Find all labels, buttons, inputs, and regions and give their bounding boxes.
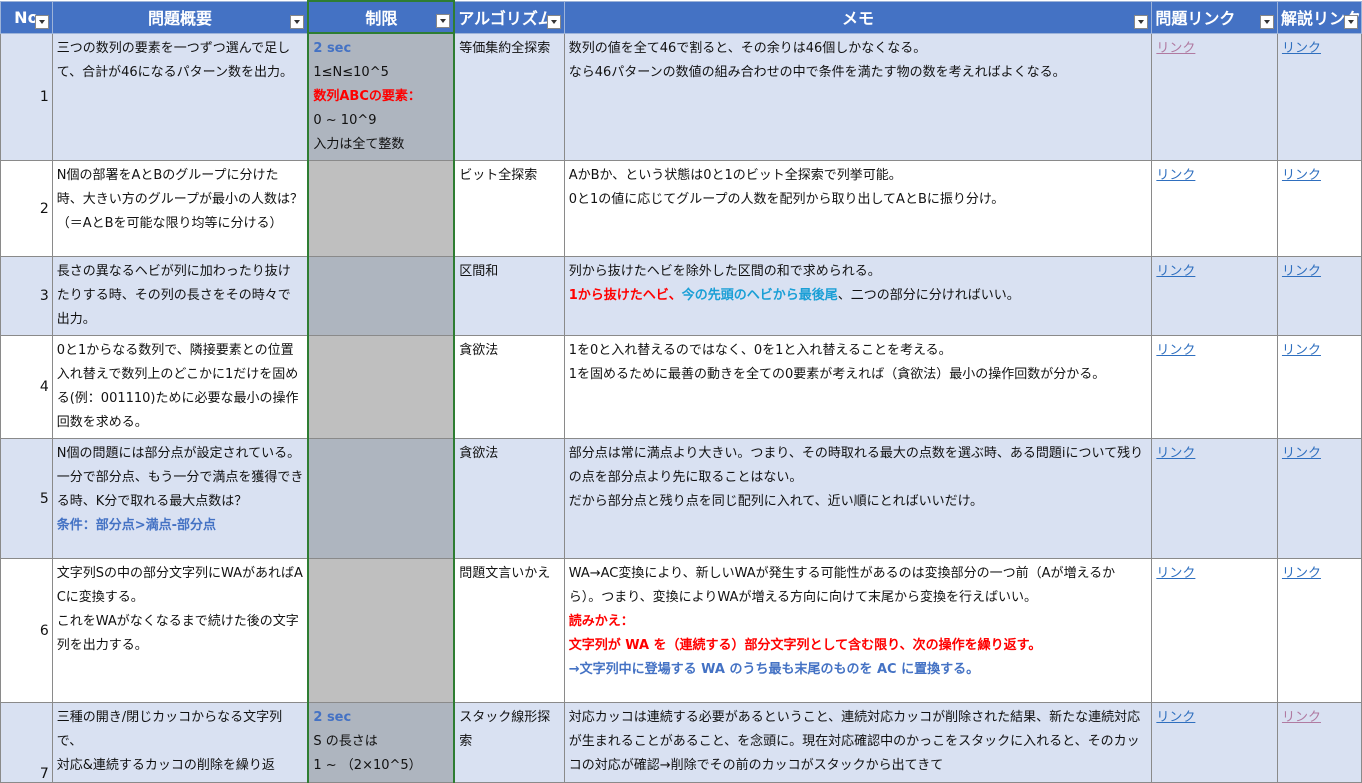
column-header-no[interactable]: No	[0, 0, 53, 34]
algorithm-cell[interactable]: 貪欲法	[453, 335, 565, 439]
table-row: 4 0と1からなる数列で、隣接要素との位置入れ替えで数列上のどこかに1だけを固め…	[0, 335, 1362, 439]
problem-link[interactable]: リンク	[1156, 566, 1195, 581]
memo-cell[interactable]: 1を0と入れ替えるのではなく、0を1と入れ替えることを考える。 1を固めるために最…	[563, 335, 1153, 439]
problem-link[interactable]: リンク	[1156, 343, 1195, 358]
editorial-link[interactable]: リンク	[1282, 710, 1321, 725]
row-number[interactable]: 2	[0, 160, 53, 257]
problem-link-cell[interactable]: リンク	[1151, 558, 1278, 703]
row-number[interactable]: 1	[0, 32, 53, 161]
table-row: 6 文字列Sの中の部分文字列にWAがあればACに変換する。 これをWAがなくなるま…	[0, 558, 1362, 703]
limit-cell[interactable]	[307, 256, 456, 336]
summary-cell[interactable]: 長さの異なるヘビが列に加わったり抜けたりする時、その列の長さをその時々で出力。	[51, 256, 309, 336]
editorial-link-cell[interactable]: リンク	[1276, 558, 1362, 703]
editorial-link[interactable]: リンク	[1282, 41, 1321, 56]
spreadsheet-table: No 問題概要 制限 アルゴリズム メモ 問題リンク 解説リンク 1 三つの数列…	[0, 0, 1362, 783]
filter-dropdown-icon[interactable]	[546, 14, 561, 29]
memo-cell[interactable]: WA→AC変換により、新しいWAが発生する可能性があるのは変換部分の一つ前（Aが…	[563, 558, 1153, 703]
filter-dropdown-icon[interactable]	[1134, 14, 1149, 29]
row-number[interactable]: 7	[0, 702, 53, 783]
summary-cell[interactable]: 文字列Sの中の部分文字列にWAがあればACに変換する。 これをWAがなくなるまで続…	[51, 558, 309, 703]
table-row: 2 N個の部署をAとBのグループに分けた時、大きい方のグループが最小の人数は？（…	[0, 160, 1362, 257]
editorial-link-cell[interactable]: リンク	[1276, 702, 1362, 783]
problem-link[interactable]: リンク	[1156, 264, 1195, 279]
table-row: 5 N個の問題には部分点が設定されている。一分で部分点、もう一分で満点を獲得でき…	[0, 438, 1362, 559]
editorial-link[interactable]: リンク	[1282, 168, 1321, 183]
summary-cell[interactable]: 0と1からなる数列で、隣接要素との位置入れ替えで数列上のどこかに1だけを固める(…	[51, 335, 309, 439]
problem-link[interactable]: リンク	[1156, 446, 1195, 461]
table-row: 3 長さの異なるヘビが列に加わったり抜けたりする時、その列の長さをその時々で出力…	[0, 256, 1362, 336]
problem-link-cell[interactable]: リンク	[1151, 438, 1278, 559]
memo-cell[interactable]: 数列の値を全て46で割ると、その余りは46個しかなくなる。 なら46パターンの数値…	[563, 32, 1153, 161]
editorial-link-cell[interactable]: リンク	[1276, 32, 1362, 161]
problem-link[interactable]: リンク	[1156, 41, 1195, 56]
filter-dropdown-icon[interactable]	[290, 14, 305, 29]
editorial-link[interactable]: リンク	[1282, 566, 1321, 581]
problem-link-cell[interactable]: リンク	[1151, 160, 1278, 257]
table-row: 7 三種の開き/閉じカッコからなる文字列で、 対応&連続するカッコの削除を繰り返 …	[0, 702, 1362, 783]
editorial-link[interactable]: リンク	[1282, 446, 1321, 461]
editorial-link-cell[interactable]: リンク	[1276, 160, 1362, 257]
row-number[interactable]: 6	[0, 558, 53, 703]
algorithm-cell[interactable]: スタック線形探索	[453, 702, 565, 783]
summary-cell[interactable]: 三つの数列の要素を一つずつ選んで足して、合計が46になるパターン数を出力。	[51, 32, 309, 161]
column-header-algorithm[interactable]: アルゴリズム	[453, 0, 565, 34]
summary-cell[interactable]: N個の問題には部分点が設定されている。一分で部分点、もう一分で満点を獲得できる時…	[51, 438, 309, 559]
problem-link-cell[interactable]: リンク	[1151, 702, 1278, 783]
column-header-limit[interactable]: 制限	[307, 0, 456, 34]
problem-link-cell[interactable]: リンク	[1151, 32, 1278, 161]
memo-cell[interactable]: 列から抜けたヘビを除外した区間の和で求められる。 1から抜けたヘビ、今の先頭のヘ…	[563, 256, 1153, 336]
algorithm-cell[interactable]: 区間和	[453, 256, 565, 336]
problem-link[interactable]: リンク	[1156, 710, 1195, 725]
editorial-link[interactable]: リンク	[1282, 264, 1321, 279]
column-header-memo[interactable]: メモ	[563, 0, 1153, 34]
header-row: No 問題概要 制限 アルゴリズム メモ 問題リンク 解説リンク	[0, 0, 1362, 34]
limit-cell[interactable]	[307, 558, 456, 703]
summary-cell[interactable]: N個の部署をAとBのグループに分けた時、大きい方のグループが最小の人数は？（＝A…	[51, 160, 309, 257]
column-header-problem-link[interactable]: 問題リンク	[1151, 0, 1278, 34]
limit-cell[interactable]: 2 sec S の長さは 1 ~ （2×10^5）	[307, 702, 456, 783]
problem-link-cell[interactable]: リンク	[1151, 335, 1278, 439]
memo-cell[interactable]: 部分点は常に満点より大きい。つまり、その時取れる最大の点数を選ぶ時、ある問題iに…	[563, 438, 1153, 559]
table-row: 1 三つの数列の要素を一つずつ選んで足して、合計が46になるパターン数を出力。 …	[0, 32, 1362, 161]
column-header-editorial-link[interactable]: 解説リンク	[1276, 0, 1362, 34]
editorial-link-cell[interactable]: リンク	[1276, 256, 1362, 336]
filter-dropdown-icon[interactable]	[436, 14, 451, 28]
limit-cell[interactable]	[307, 335, 456, 439]
filter-dropdown-icon[interactable]	[1344, 14, 1358, 29]
problem-link[interactable]: リンク	[1156, 168, 1195, 183]
limit-cell[interactable]	[307, 438, 456, 559]
limit-cell[interactable]: 2 sec 1≤N≤10^5 数列ABCの要素： 0 ~ 10^9 入力は全て整…	[307, 32, 456, 161]
row-number[interactable]: 4	[0, 335, 53, 439]
algorithm-cell[interactable]: ビット全探索	[453, 160, 565, 257]
limit-cell[interactable]	[307, 160, 456, 257]
memo-cell[interactable]: 対応カッコは連続する必要があるということ、連続対応カッコが削除された結果、新たな…	[563, 702, 1153, 783]
editorial-link[interactable]: リンク	[1282, 343, 1321, 358]
algorithm-cell[interactable]: 等価集約全探索	[453, 32, 565, 161]
summary-cell[interactable]: 三種の開き/閉じカッコからなる文字列で、 対応&連続するカッコの削除を繰り返	[51, 702, 309, 783]
row-number[interactable]: 3	[0, 256, 53, 336]
problem-link-cell[interactable]: リンク	[1151, 256, 1278, 336]
algorithm-cell[interactable]: 貪欲法	[453, 438, 565, 559]
filter-dropdown-icon[interactable]	[1259, 14, 1274, 29]
column-header-summary[interactable]: 問題概要	[51, 0, 309, 34]
algorithm-cell[interactable]: 問題文言いかえ	[453, 558, 565, 703]
editorial-link-cell[interactable]: リンク	[1276, 438, 1362, 559]
memo-cell[interactable]: AかBか、という状態は0と1のビット全探索で列挙可能。 0と1の値に応じてグループ…	[563, 160, 1153, 257]
row-number[interactable]: 5	[0, 438, 53, 559]
editorial-link-cell[interactable]: リンク	[1276, 335, 1362, 439]
filter-dropdown-icon[interactable]	[34, 14, 49, 29]
